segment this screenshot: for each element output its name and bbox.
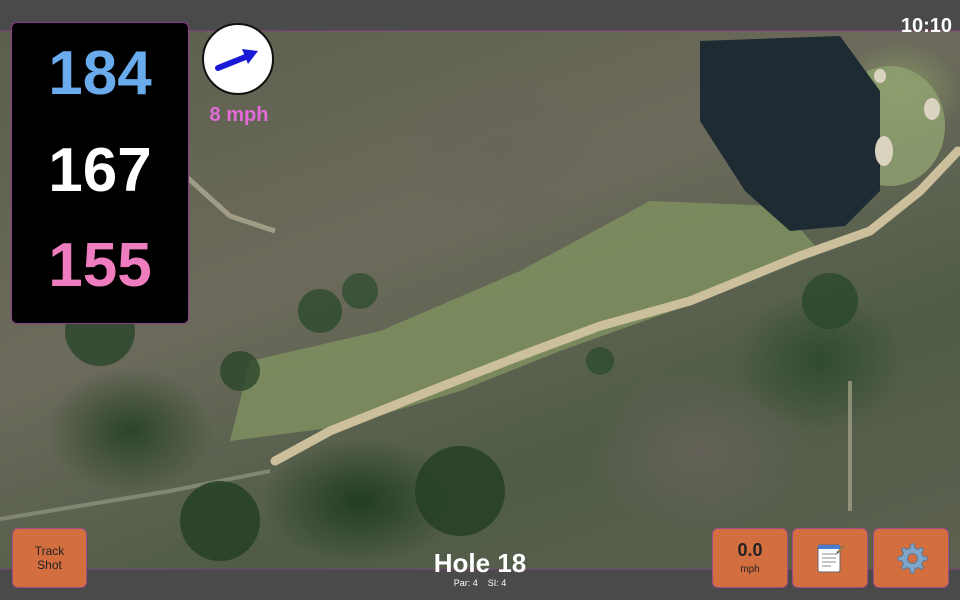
gear-icon — [897, 543, 928, 574]
hole-info: Hole 18 Par: 4 SI: 4 — [380, 549, 580, 589]
bunker — [924, 98, 940, 120]
wind-speed: 8 mph — [209, 104, 269, 126]
hole-title: Hole 18 — [433, 548, 527, 578]
wind-arrow-icon — [215, 49, 258, 71]
track-shot-label-line2: Shot — [37, 558, 62, 572]
notes-button[interactable] — [792, 528, 868, 588]
back-distance: 184 — [48, 39, 152, 108]
pond — [700, 36, 880, 231]
distance-panel: 184 167 155 — [11, 22, 189, 324]
par-label: Par: 4 — [453, 578, 478, 588]
clock-time: 10:10 — [900, 15, 952, 37]
track-shot-label-line1: Track — [34, 544, 65, 558]
front-distance: 155 — [48, 231, 152, 300]
cart-path — [178, 169, 276, 234]
track-shot-button[interactable]: Track Shot — [12, 528, 87, 588]
speed-unit: mph — [740, 563, 760, 575]
bunker — [874, 69, 886, 83]
bunker — [875, 136, 893, 166]
speed-value: 0.0 — [737, 539, 763, 560]
hole-details: Par: 4 SI: 4 — [380, 577, 580, 589]
middle-distance: 167 — [48, 136, 152, 205]
settings-button[interactable] — [873, 528, 949, 588]
stroke-index-label: SI: 4 — [487, 578, 507, 588]
wind-indicator — [202, 23, 274, 95]
speed-button[interactable]: 0.0 mph — [712, 528, 788, 588]
notepad-icon — [817, 544, 845, 573]
